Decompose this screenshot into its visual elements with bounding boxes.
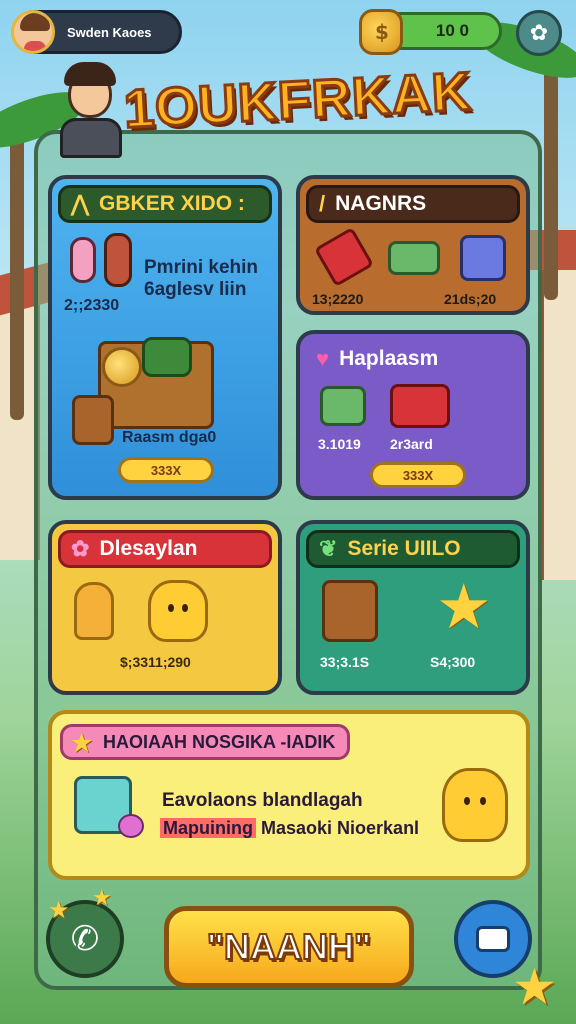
banner-line1: Eavolaons blandlagah (162, 790, 363, 811)
banner-title: HAOIAAH NOSGIKA -IADIK (103, 731, 336, 752)
sword-icon: / (319, 191, 326, 216)
deals-panel-title: Dlesaylan (99, 537, 198, 560)
mascot-icon (442, 768, 508, 842)
quest-panel-header: ⋀ GBKER XIDO : (58, 185, 272, 223)
palm-tree (10, 120, 24, 420)
flower-icon: ✿ (71, 536, 90, 561)
series-price-right: S4;300 (430, 654, 476, 670)
plane-icon[interactable] (388, 241, 440, 275)
star-icon: ★ (71, 730, 93, 757)
currency-display[interactable]: 10 0 (359, 9, 502, 55)
avatar[interactable] (11, 10, 55, 54)
items-panel-title: NAGNRS (335, 192, 427, 215)
quest-icon: ⋀ (71, 191, 90, 216)
chat-icon (476, 926, 510, 952)
quest-price-button[interactable]: 333X (118, 457, 214, 483)
background-house-right (530, 230, 576, 580)
player-profile[interactable]: Swden Kaoes (11, 10, 182, 54)
quest-panel-title: GBKER XIDO : (99, 192, 245, 215)
leaf-icon: ❦ (319, 536, 338, 561)
crate-icon[interactable] (320, 386, 366, 426)
banner-header: ★ HAOIAAH NOSGIKA -IADIK (60, 724, 351, 760)
quest-panel[interactable]: ⋀ GBKER XIDO : Pmrini kehin 6aglesv liin… (48, 175, 282, 500)
star-icon: ★ (92, 886, 112, 911)
items-price-left: 13;2220 (312, 291, 364, 307)
gifts-panel-title: Haplaasm (339, 347, 439, 370)
hero-character (58, 62, 124, 158)
star-mascot-icon[interactable]: ★ (436, 576, 492, 638)
banner-line2-text: Masaoki Nioerkanl (261, 818, 420, 838)
mascot-icon[interactable] (148, 580, 208, 642)
series-panel[interactable]: ❦ Serie UIILO ★ 33;3.1S S4;300 (296, 520, 530, 695)
character-icon (70, 237, 96, 283)
deals-panel[interactable]: ✿ Dlesaylan $;3311;290 (48, 520, 282, 695)
flower-icon (118, 814, 144, 838)
gift-icon (142, 337, 192, 377)
star-icon: ★ (48, 896, 70, 924)
series-price-left: 33;3.1S (320, 654, 370, 670)
promo-banner[interactable]: ★ HAOIAAH NOSGIKA -IADIK Eavolaons bland… (48, 710, 530, 880)
quest-desc-line1: Pmrini kehin (144, 257, 259, 278)
coin-crate-icon (72, 395, 114, 445)
items-panel-header: / NAGNRS (306, 185, 520, 223)
player-name: Swden Kaoes (67, 24, 152, 40)
palm-tree (544, 40, 558, 300)
gifts-label-right: 2r3ard (390, 436, 433, 452)
items-panel[interactable]: / NAGNRS 13;2220 21ds;20 (296, 175, 530, 315)
key-icon[interactable] (74, 582, 114, 640)
heart-icon: ♥ (316, 346, 330, 371)
quest-amount: 2;;2330 (64, 297, 120, 314)
items-price-right: 21ds;20 (444, 291, 497, 307)
deals-price: $;3311;290 (120, 654, 191, 670)
character-icon (104, 233, 132, 287)
series-panel-title: Serie UIILO (347, 537, 461, 560)
blade-icon[interactable] (313, 226, 375, 288)
tool-basket-icon[interactable] (322, 580, 378, 642)
gear-icon: ✿ (529, 20, 549, 46)
settings-button[interactable]: ✿ (516, 10, 562, 56)
coin-bag-icon (359, 9, 403, 55)
main-action-button[interactable]: "NAANH" (164, 906, 414, 988)
gifts-price-button[interactable]: 333X (370, 462, 466, 488)
currency-value: 10 0 (435, 21, 469, 40)
star-icon: ★ (512, 958, 557, 1016)
cube-icon[interactable] (460, 235, 506, 281)
basket-icon[interactable] (390, 384, 450, 428)
banner-line2: Mapuining Masaoki Nioerkanl (160, 818, 419, 839)
phone-icon: ✆ (70, 919, 100, 959)
gifts-panel-header: ♥ Haplaasm (306, 340, 520, 378)
series-panel-header: ❦ Serie UIILO (306, 530, 520, 568)
deals-panel-header: ✿ Dlesaylan (58, 530, 272, 568)
reward-label: Raasm dga0 (122, 429, 217, 446)
gifts-label-left: 3.1019 (318, 436, 361, 452)
banner-highlight: Mapuining (160, 818, 256, 838)
gifts-panel[interactable]: ♥ Haplaasm 3.1019 2r3ard 333X (296, 330, 530, 500)
coin-icon (102, 347, 142, 387)
quest-desc-line2: 6aglesv liin (144, 279, 247, 300)
